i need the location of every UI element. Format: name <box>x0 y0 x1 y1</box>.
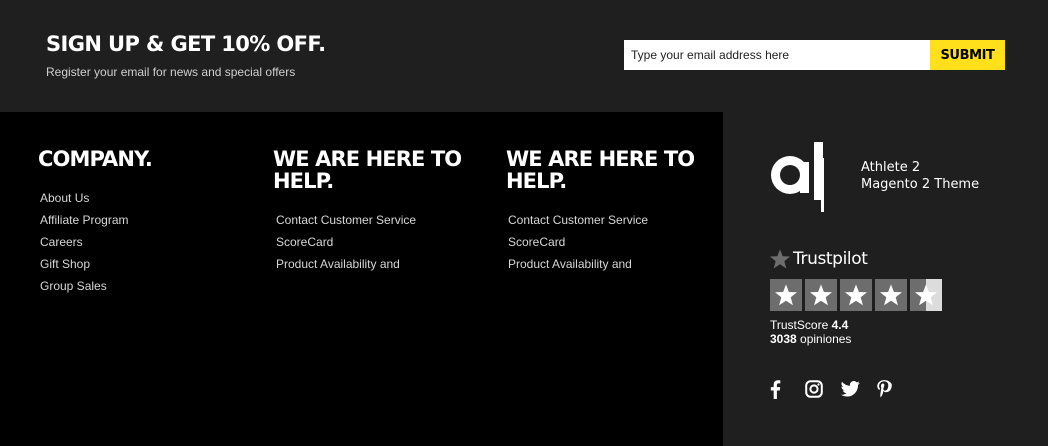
newsletter-subtitle: Register your email for news and special… <box>46 65 296 79</box>
column-link-list: Contact Customer Service ScoreCard Produ… <box>508 209 648 275</box>
facebook-icon[interactable] <box>769 378 805 400</box>
rating-star-icon <box>805 279 837 311</box>
logo-line-2: Magento 2 Theme <box>861 177 980 192</box>
reviews-label: opiniones <box>800 332 852 346</box>
footer-link-scorecard[interactable]: ScoreCard <box>276 231 416 253</box>
footer-link-product-availability[interactable]: Product Availability and <box>508 253 648 275</box>
newsletter-form: SUBMIT <box>624 40 1005 70</box>
pinterest-icon[interactable] <box>877 378 913 400</box>
logo-line-1: Athlete 2 <box>861 160 921 175</box>
twitter-icon[interactable] <box>841 378 877 400</box>
logo-text: Athlete 2 Magento 2 Theme <box>861 159 979 193</box>
trustpilot-rating-stars <box>770 279 945 311</box>
rating-star-icon <box>875 279 907 311</box>
column-heading: COMPANY. <box>38 147 153 171</box>
brand-panel: Athlete 2 Magento 2 Theme Trustpilot Tru… <box>723 112 1048 446</box>
footer-link-product-availability[interactable]: Product Availability and <box>276 253 416 275</box>
trustpilot-score: TrustScore 4.4 3038 opiniones <box>770 318 851 346</box>
rating-star-icon <box>840 279 872 311</box>
trustscore-label: TrustScore <box>770 318 829 332</box>
social-links <box>769 378 913 400</box>
instagram-icon[interactable] <box>805 378 841 400</box>
footer-link-gift-shop[interactable]: Gift Shop <box>40 253 128 275</box>
footer-link-scorecard[interactable]: ScoreCard <box>508 231 648 253</box>
trustscore-value: 4.4 <box>831 318 849 332</box>
newsletter-title: SIGN UP & GET 10% OFF. <box>46 32 326 56</box>
newsletter-bar: SIGN UP & GET 10% OFF. Register your ema… <box>0 0 1048 112</box>
trustpilot-name: Trustpilot <box>793 249 868 269</box>
footer-link-about-us[interactable]: About Us <box>40 187 128 209</box>
reviews-count: 3038 <box>770 332 797 346</box>
rating-half-star-icon <box>910 279 942 311</box>
column-link-list: About Us Affiliate Program Careers Gift … <box>40 187 128 297</box>
trustpilot-star-icon <box>769 249 791 269</box>
column-link-list: Contact Customer Service ScoreCard Produ… <box>276 209 416 275</box>
trustpilot-logo[interactable]: Trustpilot <box>769 248 868 270</box>
column-heading: WE ARE HERE TO HELP. <box>506 147 695 193</box>
column-heading: WE ARE HERE TO HELP. <box>273 147 462 193</box>
footer-link-affiliate-program[interactable]: Affiliate Program <box>40 209 128 231</box>
footer-links: COMPANY. About Us Affiliate Program Care… <box>0 112 723 446</box>
submit-button[interactable]: SUBMIT <box>930 40 1005 70</box>
footer-link-contact-customer-service[interactable]: Contact Customer Service <box>276 209 416 231</box>
rating-star-icon <box>770 279 802 311</box>
footer-link-contact-customer-service[interactable]: Contact Customer Service <box>508 209 648 231</box>
athlete-logo-icon[interactable] <box>769 142 829 217</box>
email-input[interactable] <box>624 40 930 70</box>
footer-link-careers[interactable]: Careers <box>40 231 128 253</box>
footer-link-group-sales[interactable]: Group Sales <box>40 275 128 297</box>
